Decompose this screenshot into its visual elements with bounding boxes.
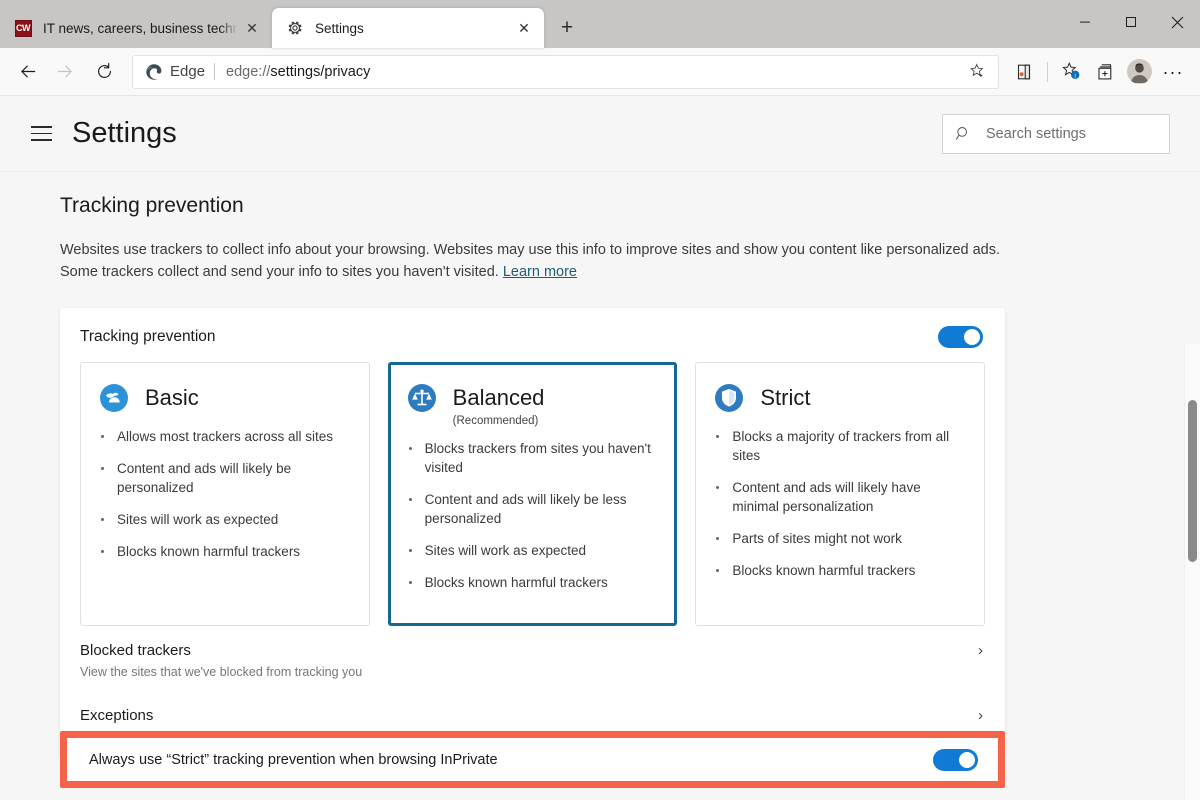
ellipsis-label: ··· xyxy=(1162,61,1184,82)
section-description: Websites use trackers to collect info ab… xyxy=(60,240,1000,284)
tile-bullets: Allows most trackers across all sites Co… xyxy=(97,427,353,562)
scrollbar-thumb[interactable] xyxy=(1188,400,1197,562)
tile-header: Balanced xyxy=(405,381,661,415)
list-item: Parts of sites might not work xyxy=(712,529,968,548)
shield-icon xyxy=(712,381,746,415)
search-input[interactable] xyxy=(984,124,1157,143)
list-item: Sites will work as expected xyxy=(97,510,353,529)
window-controls xyxy=(1062,0,1200,44)
toggle-knob xyxy=(959,751,975,768)
close-icon[interactable]: ✕ xyxy=(510,14,538,42)
browser-nav-bar: Edge edge://settings/privacy i ··· xyxy=(0,48,1200,96)
svg-text:i: i xyxy=(1074,72,1076,79)
row-blocked-trackers[interactable]: Blocked trackers View the sites that we'… xyxy=(60,626,1005,691)
close-icon[interactable]: ✕ xyxy=(238,14,266,42)
browser-tab-computerworld[interactable]: CW IT news, careers, business techno ✕ xyxy=(0,8,272,48)
section-heading: Tracking prevention xyxy=(60,194,244,217)
tile-balanced[interactable]: Balanced (Recommended) Blocks trackers f… xyxy=(387,361,678,627)
favorites-star-info-icon[interactable]: i xyxy=(1054,55,1088,89)
list-item: Allows most trackers across all sites xyxy=(97,427,353,446)
omnibox-brand-label: Edge xyxy=(170,63,206,80)
hamburger-menu-icon[interactable] xyxy=(22,115,60,153)
new-tab-button[interactable]: + xyxy=(550,11,584,45)
url-prefix: edge:// xyxy=(226,63,271,80)
inprivate-strict-toggle[interactable] xyxy=(933,748,978,771)
page-title: Settings xyxy=(72,117,177,149)
url-path: settings/privacy xyxy=(270,63,371,80)
page-scrollbar[interactable] xyxy=(1184,344,1200,800)
tile-basic[interactable]: Basic Allows most trackers across all si… xyxy=(80,361,370,627)
settings-and-more-icon[interactable]: ··· xyxy=(1156,55,1190,89)
avatar xyxy=(1126,59,1152,84)
refresh-button[interactable] xyxy=(82,54,126,90)
row-title: Exceptions xyxy=(80,707,154,725)
toolbar-divider xyxy=(1047,61,1048,82)
omnibox-divider xyxy=(214,63,216,80)
inprivate-row-highlight: Always use “Strict” tracking prevention … xyxy=(60,731,1005,788)
chevron-right-icon: › xyxy=(978,707,983,725)
learn-more-link[interactable]: Learn more xyxy=(503,264,577,280)
star-add-icon[interactable] xyxy=(962,57,992,87)
favicon-text: CW xyxy=(14,19,32,37)
tile-header: Strict xyxy=(712,381,968,415)
search-icon xyxy=(955,127,968,140)
list-item: Content and ads will likely be less pers… xyxy=(405,490,661,528)
list-item: Blocks trackers from sites you haven't v… xyxy=(405,439,661,477)
back-button[interactable] xyxy=(10,54,46,90)
list-item: Content and ads will likely be personali… xyxy=(97,459,353,497)
tile-strict[interactable]: Strict Blocks a majority of trackers fro… xyxy=(695,361,986,627)
list-item: Blocks known harmful trackers xyxy=(405,573,661,592)
tile-title: Balanced xyxy=(452,384,545,410)
collections-add-icon[interactable] xyxy=(1088,55,1122,89)
list-item: Content and ads will likely have minimal… xyxy=(712,478,968,516)
tile-recommended-label: (Recommended) xyxy=(452,414,539,427)
tracking-prevention-toggle[interactable] xyxy=(938,325,983,348)
close-icon[interactable] xyxy=(1154,0,1200,44)
row-title: Blocked trackers xyxy=(80,642,191,660)
minimize-icon[interactable] xyxy=(1062,0,1108,44)
list-item: Blocks a majority of trackers from all s… xyxy=(712,427,968,465)
row-label: Always use “Strict” tracking prevention … xyxy=(89,751,498,768)
tile-bullets: Blocks a majority of trackers from all s… xyxy=(712,427,968,581)
list-item: Sites will work as expected xyxy=(405,541,661,560)
settings-header: Settings xyxy=(0,96,1200,172)
collections-split-icon[interactable] xyxy=(1007,55,1041,89)
tile-bullets: Blocks trackers from sites you haven't v… xyxy=(405,439,661,593)
browser-tab-settings[interactable]: Settings ✕ xyxy=(272,8,544,48)
omnibox-url[interactable]: edge://settings/privacy xyxy=(226,64,962,80)
tab-title: Settings xyxy=(315,20,364,36)
list-item: Blocks known harmful trackers xyxy=(712,561,968,580)
computerworld-favicon-icon: CW xyxy=(14,19,32,37)
maximize-icon[interactable] xyxy=(1108,0,1154,44)
card-label: Tracking prevention xyxy=(80,327,216,345)
address-bar[interactable]: Edge edge://settings/privacy xyxy=(132,54,999,89)
card-header: Tracking prevention xyxy=(60,308,1005,356)
tile-title: Basic xyxy=(145,384,199,410)
prevention-level-tiles: Basic Allows most trackers across all si… xyxy=(60,356,1005,627)
row-subtitle: View the sites that we've blocked from t… xyxy=(80,665,363,680)
tab-title: IT news, careers, business techno xyxy=(43,20,238,36)
tile-title: Strict xyxy=(760,384,811,410)
mask-icon xyxy=(97,381,131,415)
toggle-knob xyxy=(964,328,980,345)
browser-tab-bar: CW IT news, careers, business techno ✕ S… xyxy=(0,0,1200,48)
profile-avatar[interactable] xyxy=(1122,55,1156,89)
edge-logo-icon xyxy=(145,63,163,81)
list-item: Blocks known harmful trackers xyxy=(97,542,353,561)
row-inprivate-strict[interactable]: Always use “Strict” tracking prevention … xyxy=(67,738,998,781)
forward-button[interactable] xyxy=(46,54,82,90)
tile-header: Basic xyxy=(97,381,353,415)
gear-icon xyxy=(286,19,304,37)
search-settings-box[interactable] xyxy=(942,113,1170,154)
tracking-prevention-card: Tracking prevention Basic Allows most tr… xyxy=(60,307,1005,757)
scales-icon xyxy=(405,381,439,415)
chevron-right-icon: › xyxy=(978,642,983,660)
settings-content-area: Tracking prevention Websites use tracker… xyxy=(0,172,1200,800)
